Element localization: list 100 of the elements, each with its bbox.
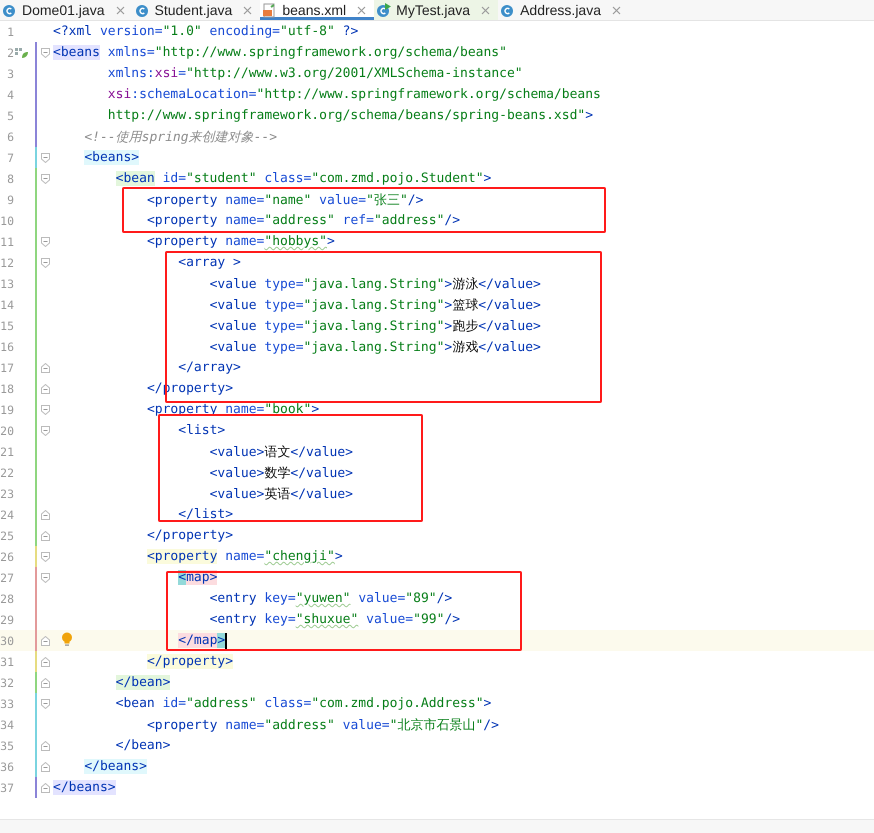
line-number: 14 — [0, 298, 14, 312]
code-line: <array > — [178, 255, 241, 270]
line-number: 31 — [0, 654, 14, 668]
fold-icon[interactable] — [40, 530, 50, 540]
line-number: 37 — [0, 780, 14, 794]
line-number: 30 — [0, 634, 14, 648]
code-line: <property name="chengji"> — [146, 549, 343, 564]
line-number: 22 — [0, 466, 14, 480]
code-line: <value type="java.lang.String">跑步</value> — [210, 318, 541, 334]
line-number: 11 — [0, 234, 14, 248]
class-icon — [134, 2, 150, 18]
fold-icon[interactable] — [40, 698, 50, 708]
fold-icon[interactable] — [40, 636, 50, 646]
line-number: 26 — [0, 550, 14, 564]
line-number: 8 — [6, 172, 14, 186]
code-line: <property name="address" value="北京市石景山"/> — [146, 716, 499, 734]
code-line: </list> — [178, 507, 234, 522]
line-number: 10 — [0, 214, 14, 228]
fold-icon[interactable] — [40, 552, 50, 562]
fold-icon[interactable] — [40, 426, 50, 436]
line-number: 7 — [6, 150, 14, 164]
code-line: http://www.springframework.org/schema/beans/spring-beans.xsd"> — [108, 108, 594, 123]
code-line: <bean id="student" class="com.zmd.pojo.Student"> — [116, 171, 492, 186]
lightbulb-icon[interactable] — [61, 632, 73, 647]
line-number: 36 — [0, 760, 14, 774]
file-tab[interactable]: beans.xml — [260, 0, 374, 20]
line-number: 28 — [0, 592, 14, 606]
code-line: <list> — [178, 423, 226, 438]
line-number: 23 — [0, 486, 14, 500]
file-tab[interactable]: MyTest.java — [374, 0, 498, 20]
line-number: 33 — [0, 696, 14, 710]
fold-icon[interactable] — [40, 174, 50, 184]
code-line: </map> — [178, 632, 228, 648]
line-number: 24 — [0, 508, 14, 522]
code-line: xsi:schemaLocation="http://www.springframework.org/schema/beans — [108, 87, 601, 102]
line-number: 3 — [6, 66, 14, 80]
fold-icon[interactable] — [40, 362, 50, 372]
line-number: 21 — [0, 444, 14, 458]
code-line: <value type="java.lang.String">篮球</value> — [210, 296, 541, 314]
fold-icon[interactable] — [40, 258, 50, 268]
code-line: </bean> — [116, 738, 170, 753]
class-icon — [500, 2, 516, 18]
line-number: 18 — [0, 382, 14, 396]
file-tab[interactable]: Dome01.java — [0, 0, 132, 20]
file-tab[interactable]: Student.java — [132, 0, 260, 20]
line-number: 13 — [0, 276, 14, 290]
code-line: xmlns:xsi="http://www.w3.org/2001/XMLSchema-instance" — [108, 66, 523, 81]
line-number: 5 — [6, 108, 14, 122]
fold-icon[interactable] — [40, 740, 50, 750]
line-number: 35 — [0, 738, 14, 752]
close-icon[interactable] — [481, 6, 490, 14]
code-line: <?xml version="1.0" encoding="utf-8" ?> — [53, 24, 358, 39]
code-line: <entry key="shuxue" value="99"/> — [210, 612, 460, 627]
xml-file-icon — [262, 2, 278, 18]
code-line: <bean id="address" class="com.zmd.pojo.Address"> — [116, 696, 492, 711]
code-line: <value type="java.lang.String">游泳</value> — [210, 276, 541, 292]
code-line: <value>英语</value> — [210, 486, 354, 502]
fold-icon[interactable] — [40, 152, 50, 162]
line-number: 29 — [0, 612, 14, 626]
fold-icon[interactable] — [40, 510, 50, 520]
line-number: 20 — [0, 424, 14, 438]
line-number: 15 — [0, 318, 14, 332]
code-line: <value>语文</value> — [210, 444, 354, 460]
fold-icon[interactable] — [40, 782, 50, 792]
text-cursor — [225, 632, 228, 648]
fold-icon[interactable] — [40, 236, 50, 246]
fold-icon[interactable] — [40, 762, 50, 772]
line-number: 6 — [6, 130, 14, 144]
code-line: <!--使用spring来创建对象--> — [84, 128, 278, 146]
code-line: <value>数学</value> — [210, 464, 354, 482]
line-number: 27 — [0, 570, 14, 584]
code-line: <entry key="yuwen" value="89"/> — [210, 591, 452, 606]
fold-icon[interactable] — [40, 678, 50, 688]
line-number: 4 — [6, 88, 14, 102]
fold-icon[interactable] — [40, 384, 50, 394]
file-tab[interactable]: Address.java — [498, 0, 630, 20]
line-number: 1 — [6, 24, 14, 38]
code-line: <property name="name" value="张三"/> — [146, 192, 424, 208]
code-line: <property name="hobbys"> — [146, 234, 335, 249]
fold-icon[interactable] — [40, 656, 50, 666]
code-line: <property name="book"> — [146, 402, 320, 417]
close-icon[interactable] — [612, 6, 622, 14]
close-icon[interactable] — [243, 6, 252, 14]
fold-icon[interactable] — [40, 48, 50, 58]
line-number: 16 — [0, 340, 14, 354]
close-icon[interactable] — [357, 6, 366, 14]
close-icon[interactable] — [116, 6, 124, 14]
bean-icon[interactable] — [15, 47, 29, 59]
line-number: 17 — [0, 360, 14, 374]
line-number: 9 — [6, 192, 14, 206]
line-number: 12 — [0, 256, 14, 270]
code-line: </property> — [146, 528, 234, 543]
fold-icon[interactable] — [40, 572, 50, 582]
code-line: <property name="address" ref="address"/> — [146, 213, 460, 228]
line-number: 19 — [0, 402, 14, 416]
line-number: 2 — [6, 46, 14, 60]
class-icon — [376, 2, 392, 18]
line-number: 32 — [0, 676, 14, 690]
fold-icon[interactable] — [40, 404, 50, 414]
code-line: <value type="java.lang.String">游戏</value> — [210, 338, 541, 356]
